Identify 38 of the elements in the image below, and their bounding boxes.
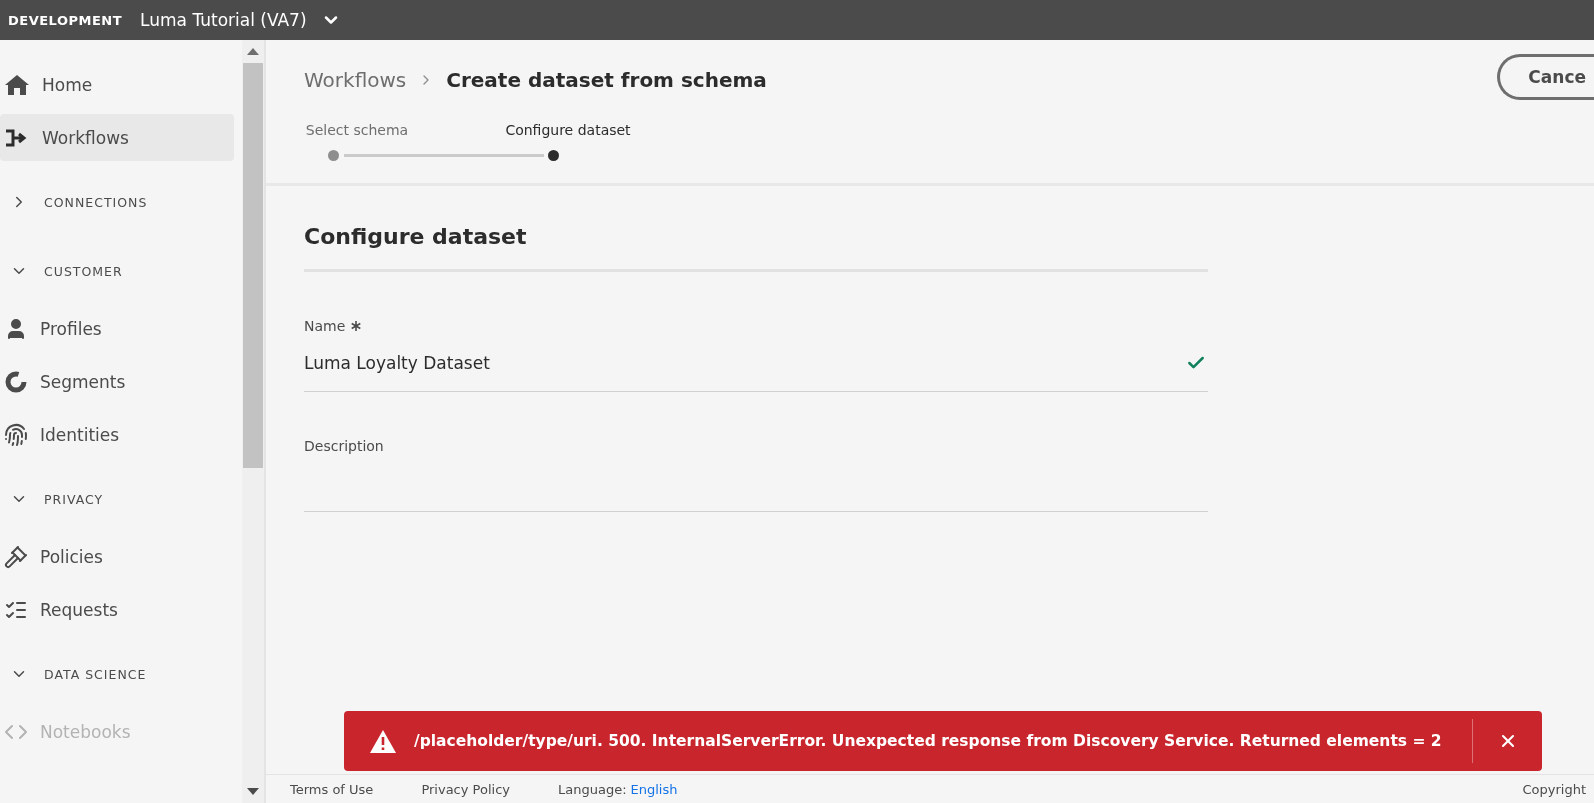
cancel-button[interactable]: Cance bbox=[1497, 54, 1594, 100]
step-label: Select schema bbox=[305, 122, 409, 138]
error-message: /placeholder/type/uri. 500. InternalServerError. Unexpected response from Discovery Service. Returned elements = 2 bbox=[414, 732, 1443, 750]
text-field[interactable]: Luma Loyalty Dataset bbox=[304, 335, 1208, 392]
field-label: Name bbox=[304, 318, 362, 334]
step-label: Configure dataset bbox=[505, 122, 631, 138]
scroll-up-icon[interactable] bbox=[247, 48, 259, 55]
environment-label: DEVELOPMENT bbox=[8, 12, 123, 28]
sidebar-item[interactable]: Segments bbox=[0, 358, 234, 405]
fingerprint-icon bbox=[4, 422, 28, 447]
sandbox-switcher[interactable]: Luma Tutorial (VA7) bbox=[140, 10, 341, 30]
segments-icon bbox=[4, 369, 28, 394]
page-title: Create dataset from schema bbox=[446, 68, 767, 92]
home-icon bbox=[4, 73, 30, 96]
sidebar-section[interactable]: PRIVACY bbox=[0, 479, 242, 519]
footer-link[interactable]: Terms of Use bbox=[290, 781, 374, 797]
section-title: Configure dataset bbox=[304, 224, 1208, 272]
copyright-text: Copyright bbox=[1522, 781, 1586, 797]
required-icon bbox=[351, 321, 362, 331]
field-label: Description bbox=[304, 438, 384, 454]
sidebar-section[interactable]: DATA SCIENCE bbox=[0, 654, 242, 694]
gavel-icon bbox=[4, 544, 28, 569]
footer-link[interactable]: Privacy Policy bbox=[421, 781, 510, 797]
language-link[interactable]: English bbox=[630, 781, 678, 797]
sidebar-section[interactable]: CUSTOMER bbox=[0, 251, 242, 291]
sidebar-item[interactable]: Home bbox=[0, 61, 234, 108]
sidebar-item[interactable]: Identities bbox=[0, 411, 234, 458]
sidebar-item[interactable]: Workflows bbox=[0, 114, 234, 161]
sidebar-item[interactable]: Requests bbox=[0, 586, 234, 633]
sidebar-item[interactable]: Policies bbox=[0, 533, 234, 580]
scrollbar[interactable] bbox=[242, 40, 264, 803]
sidebar-item[interactable]: Profiles bbox=[0, 305, 234, 352]
scrollbar-thumb[interactable] bbox=[243, 63, 263, 468]
language-label: Language: bbox=[558, 781, 627, 797]
warning-icon bbox=[370, 729, 396, 753]
sidebar-section[interactable]: CONNECTIONS bbox=[0, 182, 242, 222]
scroll-down-icon[interactable] bbox=[247, 788, 259, 795]
breadcrumb-link[interactable]: Workflows bbox=[304, 68, 407, 92]
